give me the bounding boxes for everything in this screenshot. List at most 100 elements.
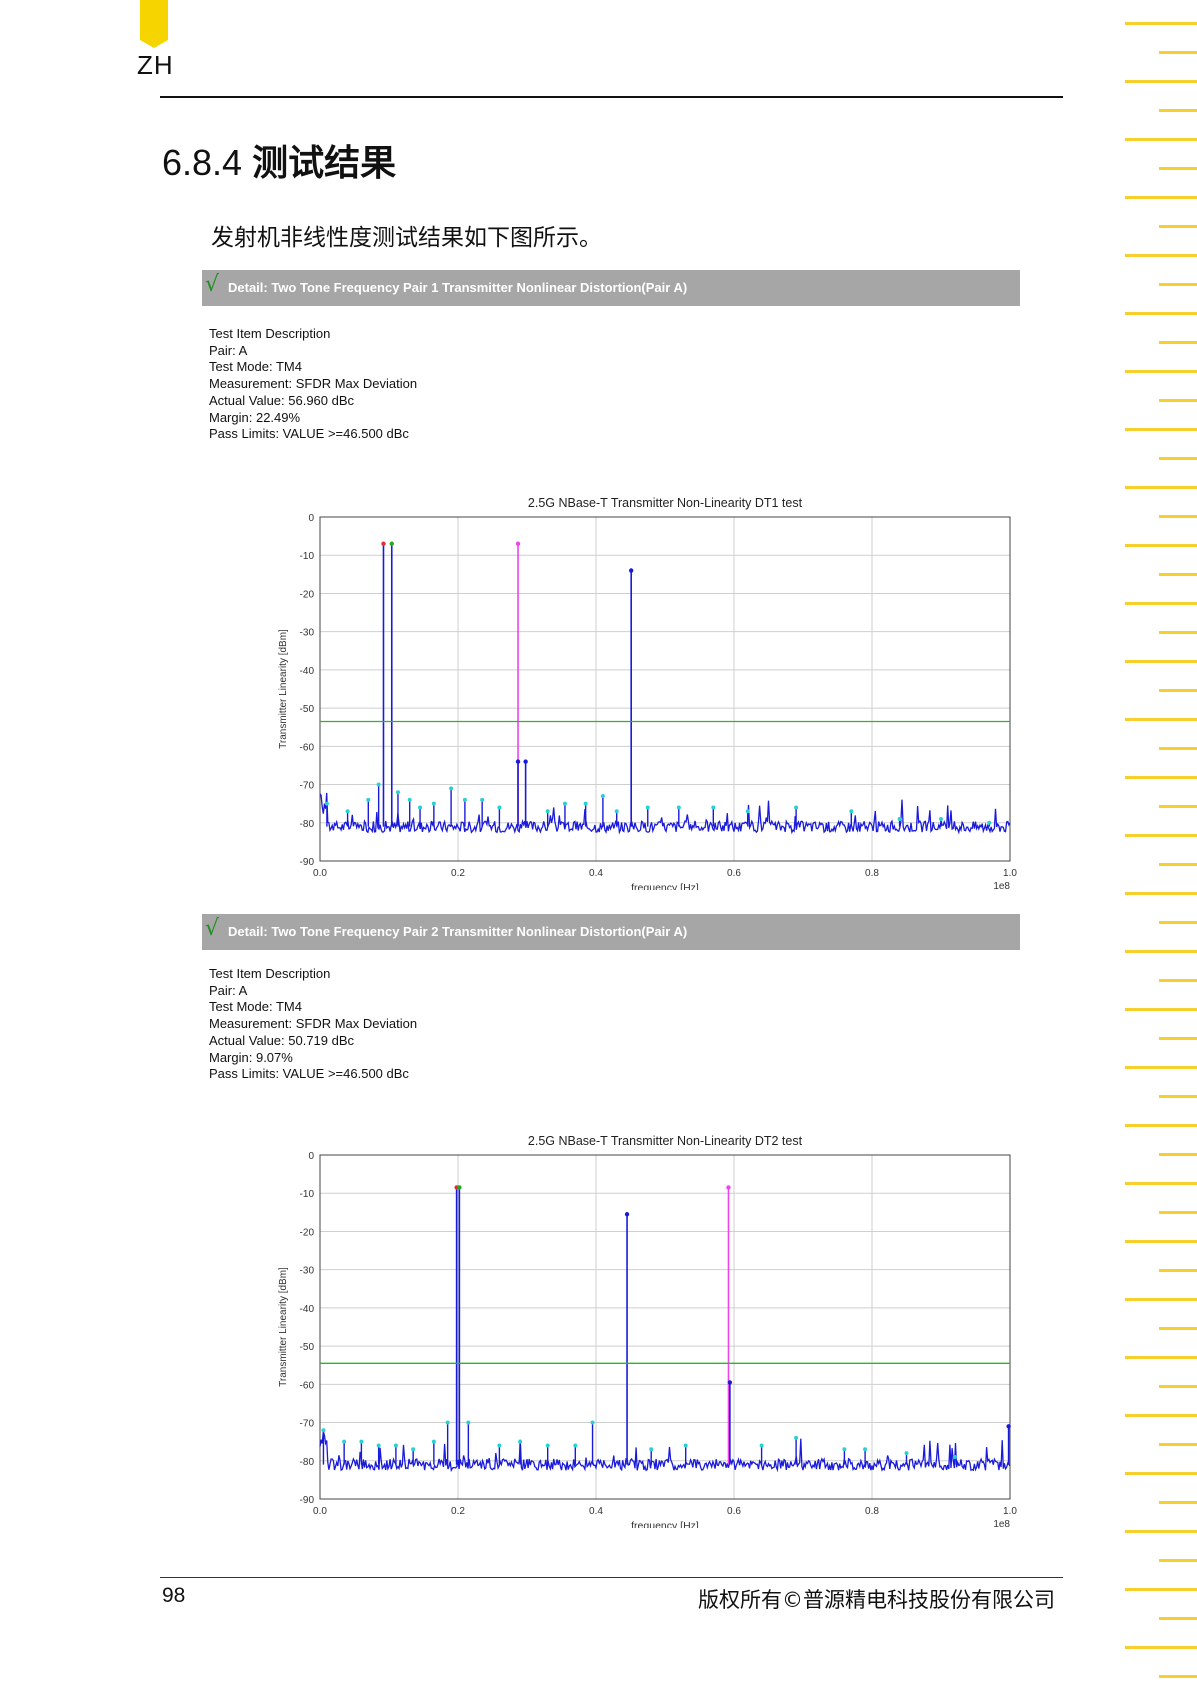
y-tick-label: -10 [300,1189,315,1200]
side-dash [1125,1530,1197,1533]
x-tick-label: 0.4 [589,1506,603,1517]
spur-marker [676,805,681,810]
side-dash [1159,51,1197,54]
spur-marker [849,809,854,814]
y-tick-label: 0 [308,1151,314,1162]
side-dash [1159,1327,1197,1330]
x-tick-label: 0.0 [313,868,327,879]
chart-svg: 2.5G NBase-T Transmitter Non-Linearity D… [278,1134,1017,1528]
x-tick-label: 0.4 [589,868,603,879]
side-dash [1125,1008,1197,1011]
side-dash [1159,399,1197,402]
spur-marker [395,790,400,795]
side-dash [1125,196,1197,199]
spur-marker [562,801,567,806]
x-axis-label: frequency [Hz] [631,882,699,890]
spur-marker [987,820,992,825]
spur-marker [794,1435,799,1440]
side-dash [1125,950,1197,953]
side-dash [1125,602,1197,605]
side-dash [1159,863,1197,866]
x-tick-label: 0.6 [727,1506,741,1517]
spur-marker [393,1443,398,1448]
side-dash [1125,1066,1197,1069]
side-dash [1125,660,1197,663]
side-dash [1159,457,1197,460]
spur-marker [407,797,412,802]
detail-header-1: √ Detail: Two Tone Frequency Pair 1 Tran… [202,270,1020,306]
intro-text: 发射机非线性度测试结果如下图所示。 [211,225,602,251]
spur-marker [863,1447,868,1452]
side-dash [1125,1240,1197,1243]
desc-line: Actual Value: 56.960 dBc [209,392,355,408]
spur-marker [952,1454,957,1459]
side-dash [1125,1588,1197,1591]
side-dash [1125,1356,1197,1359]
spur-marker [583,801,588,806]
spur-marker [449,786,454,791]
side-dash [1159,979,1197,982]
y-tick-label: -90 [300,857,315,868]
spur-marker [545,1443,550,1448]
side-dash [1159,1037,1197,1040]
peak-marker [515,541,521,546]
peak-marker [726,1185,731,1190]
desc-line: Pass Limits: VALUE >=46.500 dBc [209,1066,409,1082]
side-dash [1125,776,1197,779]
spur-marker [345,809,350,814]
peak-marker [389,541,394,546]
y-tick-label: -80 [300,819,315,830]
spur-marker [759,1443,764,1448]
peak-marker [1006,1424,1011,1429]
spur-marker [904,1451,909,1456]
side-dash [1125,1298,1197,1301]
side-dash [1159,631,1197,634]
desc-line: Actual Value: 50.719 dBc [209,1032,355,1048]
side-dash [1159,1559,1197,1562]
y-tick-label: 0 [308,513,314,524]
side-dash [1125,892,1197,895]
spur-marker [842,1447,847,1452]
page-number: 98 [162,1584,186,1607]
detail-header-2: √ Detail: Two Tone Frequency Pair 2 Tran… [202,914,1020,950]
y-tick-label: -30 [300,1266,315,1277]
peak-marker [523,759,528,764]
desc-line: Test Item Description [209,966,331,981]
spur-marker [431,801,436,806]
y-tick-label: -60 [300,742,315,753]
y-tick-label: -80 [300,1457,315,1468]
x-scale-note: 1e8 [993,1519,1010,1528]
section-number: 6.8.4 [162,142,243,183]
header-rule [160,96,1063,98]
spur-marker [518,1439,523,1444]
chart-title: 2.5G NBase-T Transmitter Non-Linearity D… [528,1134,803,1148]
y-tick-label: -50 [300,704,315,715]
desc-line: Measurement: SFDR Max Deviation [209,376,418,392]
side-dash [1125,312,1197,315]
spur-marker [649,1447,654,1452]
detail-title: Detail: Two Tone Frequency Pair 2 Transm… [228,924,688,939]
spur-marker [411,1447,416,1452]
spur-marker [614,809,619,814]
x-tick-label: 1.0 [1003,868,1017,879]
spur-marker [590,1420,595,1425]
desc-line: Measurement: SFDR Max Deviation [209,1016,418,1032]
side-dash [1125,1646,1197,1649]
pass-check-icon: √ [205,272,220,297]
peak-marker [624,1212,630,1217]
side-dash [1159,283,1197,286]
side-dash [1125,80,1197,83]
chart-svg: 2.5G NBase-T Transmitter Non-Linearity D… [278,496,1017,890]
x-tick-label: 0.2 [451,1506,465,1517]
side-dash [1159,747,1197,750]
y-tick-label: -40 [300,666,315,677]
spur-marker [939,816,943,821]
spur-marker [321,1428,326,1433]
side-dash [1159,1269,1197,1272]
side-dash [1159,1211,1197,1214]
side-dash [1125,22,1197,25]
desc-line: Pass Limits: VALUE >=46.500 dBc [209,426,409,442]
side-dash [1159,1385,1197,1388]
spur-marker [324,801,329,806]
desc-line: Margin: 9.07% [209,1049,293,1065]
